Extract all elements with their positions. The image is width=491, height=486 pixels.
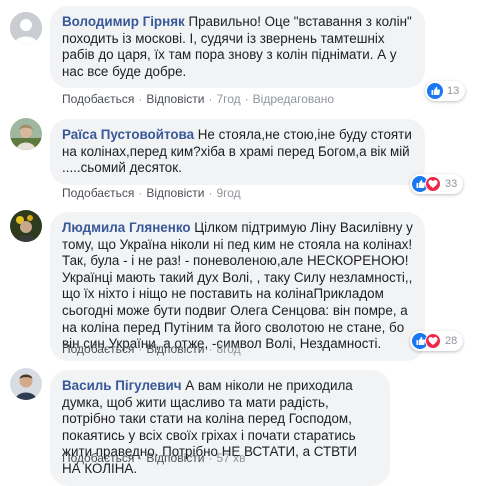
like-link[interactable]: Подобається xyxy=(62,451,134,465)
reply-link[interactable]: Відповісти xyxy=(146,451,204,465)
love-icon xyxy=(425,176,441,192)
comment-actions: Подобається · Відповісти · 8год xyxy=(62,342,241,356)
avatar[interactable] xyxy=(10,118,42,150)
comment-time[interactable]: 7год xyxy=(216,92,240,106)
user-photo-icon xyxy=(10,368,42,400)
reply-link[interactable]: Відповісти xyxy=(146,186,204,200)
comment-bubble: Василь Пігулевич А вам ніколи не приходи… xyxy=(50,370,390,486)
reaction-count: 33 xyxy=(445,178,458,190)
comment-time[interactable]: 9год xyxy=(216,186,240,200)
like-link[interactable]: Подобається xyxy=(62,342,134,356)
comment-text: Цілком підтримую Ліну Василівну у тому, … xyxy=(62,220,413,352)
default-avatar-icon xyxy=(10,12,42,44)
comment-bubble: Людмила Гляненко Цілком підтримую Ліну В… xyxy=(50,212,425,361)
reaction-summary[interactable]: 33 xyxy=(410,174,464,194)
comment-time[interactable]: 57 хв xyxy=(216,451,245,465)
edited-label[interactable]: Відредаговано xyxy=(253,92,334,106)
comment-time[interactable]: 8год xyxy=(216,342,240,356)
reaction-count: 28 xyxy=(445,335,458,347)
like-link[interactable]: Подобається xyxy=(62,92,134,106)
comment-bubble: Раїса Пустовойтова Не стояла,не стою,іне… xyxy=(50,119,425,185)
like-icon xyxy=(427,83,443,99)
avatar[interactable] xyxy=(10,12,42,44)
comment-actions: Подобається · Відповісти · 7год · Відредагован… xyxy=(62,92,335,106)
user-photo-icon xyxy=(10,118,42,150)
comment-actions: Подобається · Відповісти · 57 хв xyxy=(62,451,246,465)
avatar[interactable] xyxy=(10,210,42,242)
reaction-summary[interactable]: 13 xyxy=(425,81,466,101)
comment-bubble: Володимир Гірняк Правильно! Оце "вставан… xyxy=(50,6,425,89)
avatar[interactable] xyxy=(10,368,42,400)
comment-actions: Подобається · Відповісти · 9год xyxy=(62,186,241,200)
reply-link[interactable]: Відповісти xyxy=(146,92,204,106)
love-icon xyxy=(425,333,441,349)
comment-author[interactable]: Володимир Гірняк xyxy=(62,14,185,29)
comment-author[interactable]: Раїса Пустовойтова xyxy=(62,127,194,142)
comment-author[interactable]: Василь Пігулевич xyxy=(62,378,181,393)
reaction-summary[interactable]: 28 xyxy=(410,331,464,351)
user-photo-icon xyxy=(10,210,42,242)
like-link[interactable]: Подобається xyxy=(62,186,134,200)
reaction-count: 13 xyxy=(447,85,460,97)
comment-author[interactable]: Людмила Гляненко xyxy=(62,220,191,235)
reply-link[interactable]: Відповісти xyxy=(146,342,204,356)
